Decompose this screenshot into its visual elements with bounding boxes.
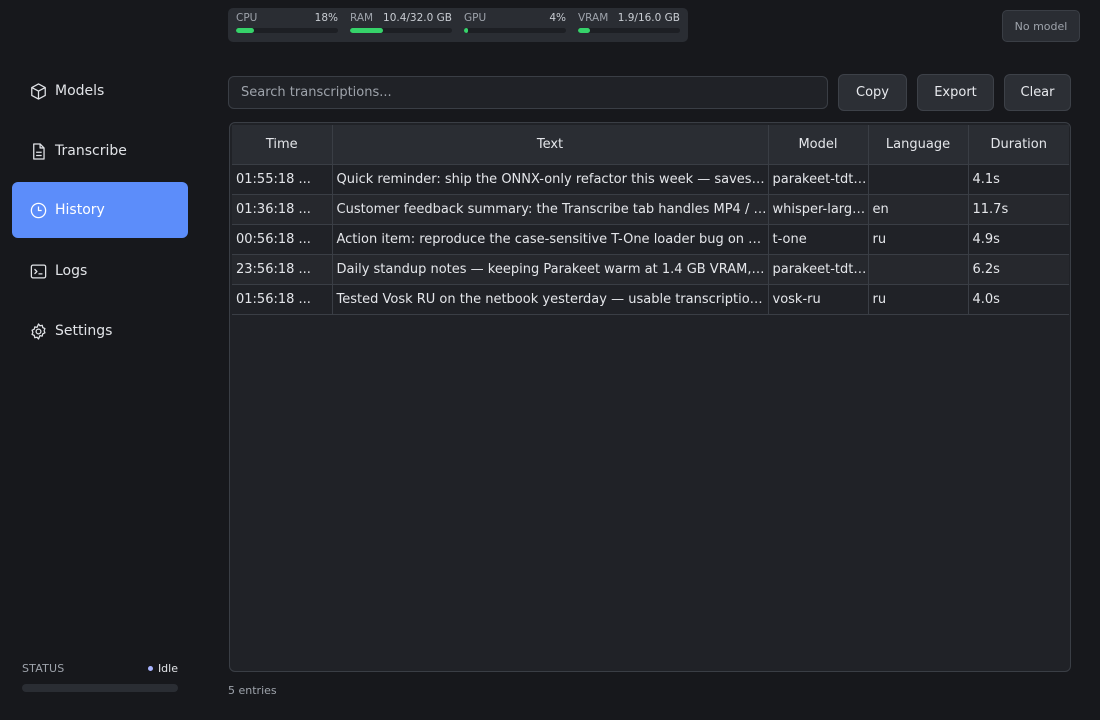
entries-count: 5 entries bbox=[228, 684, 277, 697]
copy-button[interactable]: Copy bbox=[838, 74, 907, 111]
sidebar-item-label: Logs bbox=[55, 263, 88, 279]
cell-duration: 4.0s bbox=[968, 284, 1069, 315]
cell-time: 00:56:18 ... bbox=[232, 224, 333, 255]
search-input[interactable] bbox=[228, 76, 828, 109]
metric-bar-fill bbox=[578, 28, 591, 33]
sidebar-item-label: Models bbox=[55, 83, 105, 99]
metric-name: RAM bbox=[350, 12, 374, 24]
cell-model: parakeet-tdt-... bbox=[768, 254, 869, 285]
cell-time: 23:56:18 ... bbox=[232, 254, 333, 285]
metric-vram: VRAM 1.9/16.0 GB bbox=[578, 12, 680, 36]
cell-time: 01:36:18 ... bbox=[232, 194, 333, 225]
table-header-row: Time Text Model Language Duration bbox=[232, 125, 1069, 165]
metric-bar bbox=[464, 28, 566, 33]
table-row[interactable]: 00:56:18 ... Action item: reproduce the … bbox=[232, 224, 1069, 255]
history-table-container[interactable]: Time Text Model Language Duration 01:55:… bbox=[229, 122, 1071, 672]
cell-language: ru bbox=[868, 284, 969, 315]
system-metrics: CPU 18% RAM 10.4/32.0 GB GPU 4% VRAM 1.9… bbox=[228, 8, 688, 42]
status-value: Idle bbox=[157, 662, 178, 675]
cell-text: Customer feedback summary: the Transcrib… bbox=[332, 194, 769, 225]
sidebar-item-transcribe[interactable]: Transcribe bbox=[12, 123, 188, 179]
sidebar-item-models[interactable]: Models bbox=[12, 63, 188, 119]
metric-bar bbox=[236, 28, 338, 33]
column-header-duration[interactable]: Duration bbox=[968, 125, 1069, 165]
sidebar-item-settings[interactable]: Settings bbox=[12, 303, 188, 359]
status-progress-bar bbox=[22, 684, 178, 692]
metric-name: VRAM bbox=[578, 12, 609, 24]
cell-language bbox=[868, 164, 969, 195]
clock-icon bbox=[29, 201, 48, 220]
cell-text: Tested Vosk RU on the netbook yesterday … bbox=[332, 284, 769, 315]
cell-language bbox=[868, 254, 969, 285]
cell-language: ru bbox=[868, 224, 969, 255]
metric-bar-fill bbox=[350, 28, 384, 33]
column-header-time[interactable]: Time bbox=[232, 125, 333, 165]
table-row[interactable]: 23:56:18 ... Daily standup notes — keepi… bbox=[232, 254, 1069, 285]
sidebar-item-history[interactable]: History bbox=[12, 182, 188, 238]
cell-model: whisper-large... bbox=[768, 194, 869, 225]
sidebar-item-label: Settings bbox=[55, 323, 113, 339]
sidebar: Models Transcribe History Logs Settings … bbox=[0, 0, 200, 720]
metric-value: 1.9/16.0 GB bbox=[617, 12, 680, 24]
column-header-text[interactable]: Text bbox=[332, 125, 769, 165]
column-header-model[interactable]: Model bbox=[768, 125, 869, 165]
history-table: Time Text Model Language Duration 01:55:… bbox=[232, 125, 1069, 315]
metric-value: 18% bbox=[314, 12, 338, 24]
cell-language: en bbox=[868, 194, 969, 225]
model-badge[interactable]: No model bbox=[1002, 10, 1080, 42]
metric-ram: RAM 10.4/32.0 GB bbox=[350, 12, 452, 36]
document-icon bbox=[29, 142, 48, 161]
terminal-icon bbox=[29, 262, 48, 281]
sidebar-item-label: Transcribe bbox=[55, 143, 127, 159]
metric-gpu: GPU 4% bbox=[464, 12, 566, 36]
clear-button[interactable]: Clear bbox=[1004, 74, 1071, 111]
metric-name: CPU bbox=[236, 12, 258, 24]
metric-value: 10.4/32.0 GB bbox=[383, 12, 452, 24]
metric-bar-fill bbox=[236, 28, 255, 33]
cell-model: t-one bbox=[768, 224, 869, 255]
cell-duration: 11.7s bbox=[968, 194, 1069, 225]
metric-bar-fill bbox=[464, 28, 469, 33]
metric-bar bbox=[350, 28, 452, 33]
cell-time: 01:56:18 ... bbox=[232, 284, 333, 315]
cell-model: parakeet-tdt-... bbox=[768, 164, 869, 195]
cell-text: Quick reminder: ship the ONNX-only refac… bbox=[332, 164, 769, 195]
export-button[interactable]: Export bbox=[917, 74, 994, 111]
metric-cpu: CPU 18% bbox=[236, 12, 338, 36]
status-dot-icon bbox=[147, 666, 153, 671]
cell-duration: 4.1s bbox=[968, 164, 1069, 195]
metric-value: 4% bbox=[549, 12, 566, 24]
cell-duration: 4.9s bbox=[968, 224, 1069, 255]
metric-bar bbox=[578, 28, 680, 33]
cell-text: Daily standup notes — keeping Parakeet w… bbox=[332, 254, 769, 285]
table-row[interactable]: 01:56:18 ... Tested Vosk RU on the netbo… bbox=[232, 284, 1069, 315]
status-indicator: Idle bbox=[147, 662, 178, 675]
cell-model: vosk-ru bbox=[768, 284, 869, 315]
table-row[interactable]: 01:36:18 ... Customer feedback summary: … bbox=[232, 194, 1069, 225]
gear-icon bbox=[29, 322, 48, 341]
sidebar-item-label: History bbox=[55, 202, 105, 218]
cube-icon bbox=[29, 82, 48, 101]
status-label: STATUS bbox=[22, 662, 65, 675]
metric-name: GPU bbox=[464, 12, 487, 24]
cell-duration: 6.2s bbox=[968, 254, 1069, 285]
cell-time: 01:55:18 ... bbox=[232, 164, 333, 195]
cell-text: Action item: reproduce the case-sensitiv… bbox=[332, 224, 769, 255]
table-row[interactable]: 01:55:18 ... Quick reminder: ship the ON… bbox=[232, 164, 1069, 195]
column-header-language[interactable]: Language bbox=[868, 125, 969, 165]
sidebar-item-logs[interactable]: Logs bbox=[12, 243, 188, 299]
